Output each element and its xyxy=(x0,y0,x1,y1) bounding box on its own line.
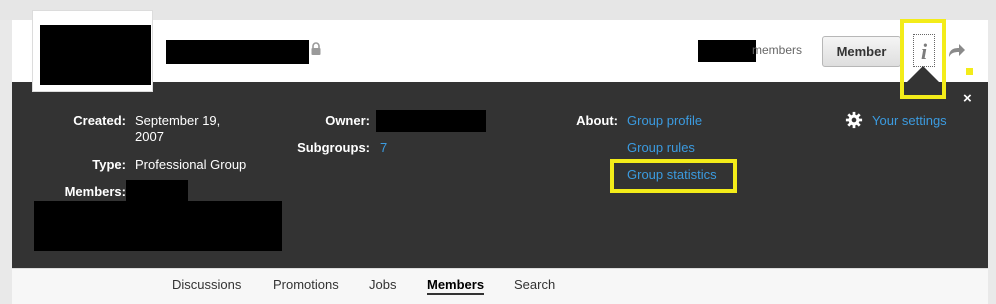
share-icon[interactable] xyxy=(946,40,966,60)
member-button[interactable]: Member xyxy=(822,36,901,67)
tab-discussions[interactable]: Discussions xyxy=(172,277,241,292)
members-count[interactable] xyxy=(698,40,756,62)
created-label: Created: xyxy=(73,113,126,128)
group-tab-bar: Discussions Promotions Jobs Members Sear… xyxy=(12,268,988,304)
group-rules-link[interactable]: Group rules xyxy=(627,140,695,155)
type-label: Type: xyxy=(92,157,126,172)
members-label: Members: xyxy=(64,184,126,199)
subgroups-label: Subgroups: xyxy=(297,140,370,155)
tab-promotions[interactable]: Promotions xyxy=(273,277,339,292)
members-list xyxy=(34,201,282,251)
subgroups-link[interactable]: 7 xyxy=(380,140,387,155)
members-suffix: members xyxy=(752,43,803,57)
owner-value[interactable] xyxy=(376,110,486,132)
highlight-marker xyxy=(966,68,973,75)
group-profile-link[interactable]: Group profile xyxy=(627,113,702,128)
statistics-highlight-box xyxy=(610,159,737,193)
lock-icon xyxy=(311,42,321,55)
your-settings-link[interactable]: Your settings xyxy=(872,113,947,128)
close-icon[interactable]: × xyxy=(963,90,972,107)
gear-icon[interactable] xyxy=(845,111,863,129)
about-label: About: xyxy=(576,113,618,128)
tab-members[interactable]: Members xyxy=(427,277,485,295)
owner-label: Owner: xyxy=(325,113,370,128)
info-highlight-box xyxy=(900,19,946,99)
tab-search[interactable]: Search xyxy=(514,277,555,292)
tab-jobs[interactable]: Jobs xyxy=(369,277,396,292)
group-name[interactable] xyxy=(166,40,309,64)
type-value: Professional Group xyxy=(135,157,247,172)
group-logo-image xyxy=(40,25,151,85)
created-value: September 19, 2007 xyxy=(135,113,221,144)
group-logo[interactable] xyxy=(33,11,152,91)
